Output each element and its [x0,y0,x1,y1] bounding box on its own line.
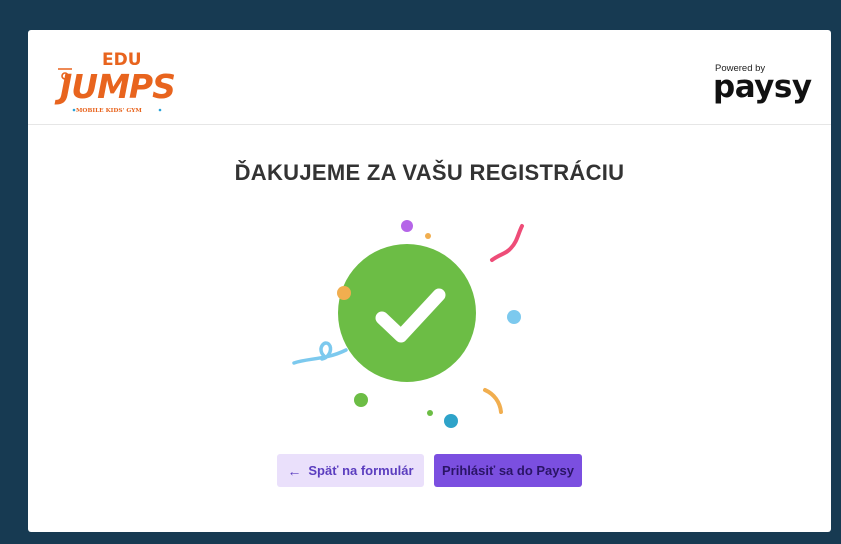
confetti-dot [337,286,351,300]
back-button-label: Späť na formulár [308,463,414,478]
logo-main-text: JUMPS [54,67,175,106]
back-to-form-button[interactable]: ← Späť na formulár [277,454,424,487]
page-title: ĎAKUJEME ZA VAŠU REGISTRÁCIU [234,160,625,185]
header-bar: EDU JUMPS MOBILE KIDS' GYM Powered by pa… [28,30,831,125]
powered-by-paysy: Powered by paysy [693,60,812,106]
registration-card: EDU JUMPS MOBILE KIDS' GYM Powered by pa… [28,30,831,532]
arrow-left-icon: ← [287,462,302,479]
confetti-squiggle [483,388,503,414]
success-circle [338,244,476,382]
confetti-dot [444,414,458,428]
logo-tagline: MOBILE KIDS' GYM [76,108,142,114]
paysy-logo-text: paysy [713,69,812,105]
confetti-dot [401,220,413,232]
edujumps-logo: EDU JUMPS MOBILE KIDS' GYM [54,50,176,114]
confetti-dot [425,233,431,239]
confetti-dot [427,410,433,416]
confetti-dot [354,393,368,407]
login-to-paysy-button[interactable]: Prihlásiť sa do Paysy [434,454,582,487]
confetti-squiggle [490,224,524,262]
login-button-label: Prihlásiť sa do Paysy [442,463,574,478]
confetti-dot [507,310,521,324]
confetti-squiggle [292,341,348,365]
success-illustration [292,220,524,428]
